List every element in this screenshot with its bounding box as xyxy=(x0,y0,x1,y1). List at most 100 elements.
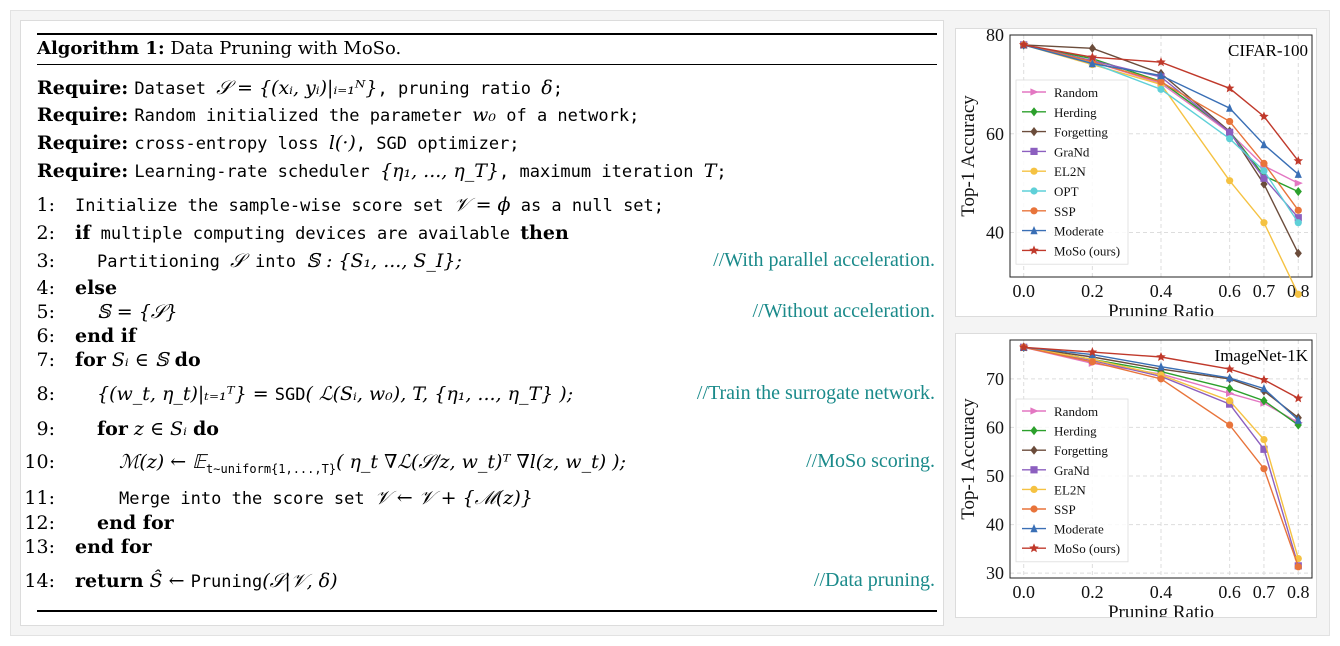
step-number: 9: xyxy=(36,418,56,440)
require-keyword: Require: xyxy=(37,77,129,99)
data-point xyxy=(1226,128,1234,136)
step-line: {(w_t, η_t)|ₜ₌₁ᵀ} = SGD( ℒ(Sᵢ, w₀), T, {… xyxy=(97,383,573,405)
step-code: SGD xyxy=(274,385,306,405)
step-keyword: return xyxy=(75,570,144,592)
step-line: Merge into the score set 𝒱 ← 𝒱 + {ℳ(z)} xyxy=(119,487,533,509)
bottom-rule xyxy=(37,610,937,612)
require-text: Random initialized the parameter xyxy=(134,106,473,126)
step-line: end if xyxy=(75,325,136,347)
x-tick-label: 0.6 xyxy=(1218,281,1241,301)
step-math: z ∈ Sᵢ xyxy=(127,418,193,440)
x-tick-label: 0.6 xyxy=(1218,582,1241,602)
step-math: Sᵢ ∈ 𝕊 xyxy=(105,349,175,371)
step-line: end for xyxy=(75,536,152,558)
step-keyword: for xyxy=(75,349,106,371)
step-line: Initialize the sample-wise score set 𝒱 =… xyxy=(75,194,664,216)
require-math: 𝒮 = {(xᵢ, yᵢ)|ᵢ₌₁ᴺ} xyxy=(216,77,378,99)
data-point xyxy=(1226,135,1234,143)
chart-title: ImageNet-1K xyxy=(1215,346,1309,365)
y-tick-label: 60 xyxy=(986,124,1004,144)
step-number: 2: xyxy=(36,222,56,244)
data-point xyxy=(1157,78,1165,86)
step-number: 7: xyxy=(36,349,56,371)
legend-item-label: Random xyxy=(1054,404,1098,419)
step-keyword: then xyxy=(520,222,569,244)
y-axis-label: Top-1 Accuracy xyxy=(958,398,979,520)
step-line: 𝕊 = {𝒮} xyxy=(97,301,178,323)
require-text: Learning-rate scheduler xyxy=(134,162,380,182)
step-line: end for xyxy=(97,512,174,534)
y-axis-label: Top-1 Accuracy xyxy=(958,95,979,217)
chart-imagenet: 0.0 0.2 0.4 0.6 0.7 0.8 30 40 50 60 70 ImageNet-1K P… xyxy=(958,339,1313,623)
data-point xyxy=(1294,563,1302,571)
step-comment: //Data pruning. xyxy=(813,569,935,591)
x-axis-label: Pruning Ratio xyxy=(1108,602,1214,617)
legend-item-label: MoSo (ours) xyxy=(1054,541,1120,556)
require-text: Dataset xyxy=(134,79,217,99)
step-code: t∼uniform{1,...,T} xyxy=(206,461,337,476)
legend-item-label: Forgetting xyxy=(1054,443,1108,458)
x-tick-label: 0.0 xyxy=(1012,281,1035,301)
step-code: Initialize the sample-wise score set xyxy=(75,196,454,216)
legend-item-label: EL2N xyxy=(1054,482,1086,497)
step-line: for Sᵢ ∈ 𝕊 do xyxy=(75,349,201,371)
legend-item-label: Forgetting xyxy=(1054,125,1108,140)
require-math: w₀ xyxy=(472,104,497,126)
x-tick-label: 0.4 xyxy=(1150,582,1173,602)
data-point xyxy=(1226,177,1234,185)
require-text: , maximum iteration xyxy=(499,162,704,182)
step-math: 𝕊 = {𝒮} xyxy=(97,301,178,323)
legend-item-label: SSP xyxy=(1054,502,1076,517)
step-code: multiple computing devices are available xyxy=(90,224,521,244)
step-number: 3: xyxy=(36,250,56,272)
data-point xyxy=(1157,85,1165,93)
step-number: 5: xyxy=(36,301,56,323)
legend-item-label: SSP xyxy=(1054,204,1076,219)
x-tick-label: 0.4 xyxy=(1150,281,1173,301)
step-code: into xyxy=(244,252,307,272)
step-code: Pruning xyxy=(190,572,263,592)
step-keyword: do xyxy=(174,349,201,371)
data-point xyxy=(1226,397,1234,405)
step-line: return Ŝ ← Pruning(𝒮|𝒱, δ) xyxy=(75,570,338,592)
y-tick-label: 30 xyxy=(986,563,1004,583)
step-math: 𝒮 xyxy=(230,250,245,272)
step-number: 1: xyxy=(36,194,56,216)
step-code: as a null set; xyxy=(510,196,665,216)
step-number: 4: xyxy=(36,277,56,299)
legend-swatch-marker xyxy=(1030,187,1038,195)
step-comment: //Train the surrogate network. xyxy=(696,382,935,404)
chart-imagenet-panel: 0.0 0.2 0.4 0.6 0.7 0.8 30 40 50 60 70 ImageNet-1K P… xyxy=(955,333,1317,623)
x-tick-label: 0.2 xyxy=(1081,281,1104,301)
step-math: ( η_t ∇ℒ(𝒮/z, w_t)ᵀ ∇l(z, w_t) ); xyxy=(336,451,626,473)
data-point xyxy=(1294,206,1302,214)
step-comment: //MoSo scoring. xyxy=(806,450,935,472)
data-point xyxy=(1226,117,1234,126)
chart-cifar100: 0.00.20.40.60.70.8406080CIFAR-100Pruning… xyxy=(958,25,1313,322)
step-math: Ŝ ← xyxy=(143,570,191,592)
y-tick-label: 80 xyxy=(986,29,1004,45)
chart-title: CIFAR-100 xyxy=(1228,41,1308,60)
step-math: {(w_t, η_t)|ₜ₌₁ᵀ} = xyxy=(97,383,275,405)
require-text: ; xyxy=(552,79,563,99)
data-point xyxy=(1260,159,1268,168)
x-axis-label: Pruning Ratio xyxy=(1108,301,1214,316)
legend-item-label: MoSo (ours) xyxy=(1054,243,1120,258)
step-number: 14: xyxy=(24,570,55,592)
legend-swatch-marker xyxy=(1030,505,1038,513)
require-keyword: Require: xyxy=(37,104,129,126)
data-point xyxy=(1260,465,1268,473)
legend-item-label: Moderate xyxy=(1054,522,1104,537)
step-math: 𝒱 ← 𝒱 + {ℳ(z)} xyxy=(374,487,533,509)
step-keyword: else xyxy=(75,277,118,299)
require-math: l(·) xyxy=(328,132,356,154)
step-line: ℳ(z) ← 𝔼t∼uniform{1,...,T}( η_t ∇ℒ(𝒮/z, … xyxy=(119,451,626,476)
step-math: (𝒮|𝒱, δ) xyxy=(262,570,338,592)
step-math: 𝕊 : {S₁, ..., S_I}; xyxy=(306,250,462,272)
require-keyword: Require: xyxy=(37,132,129,154)
legend-item-label: EL2N xyxy=(1054,164,1086,179)
legend-swatch-marker xyxy=(1030,466,1038,474)
require-text: cross-entropy loss xyxy=(134,134,329,154)
algorithm-name: Data Pruning with MoSo. xyxy=(170,38,402,59)
step-line: Partitioning 𝒮 into 𝕊 : {S₁, ..., S_I}; xyxy=(97,250,462,272)
